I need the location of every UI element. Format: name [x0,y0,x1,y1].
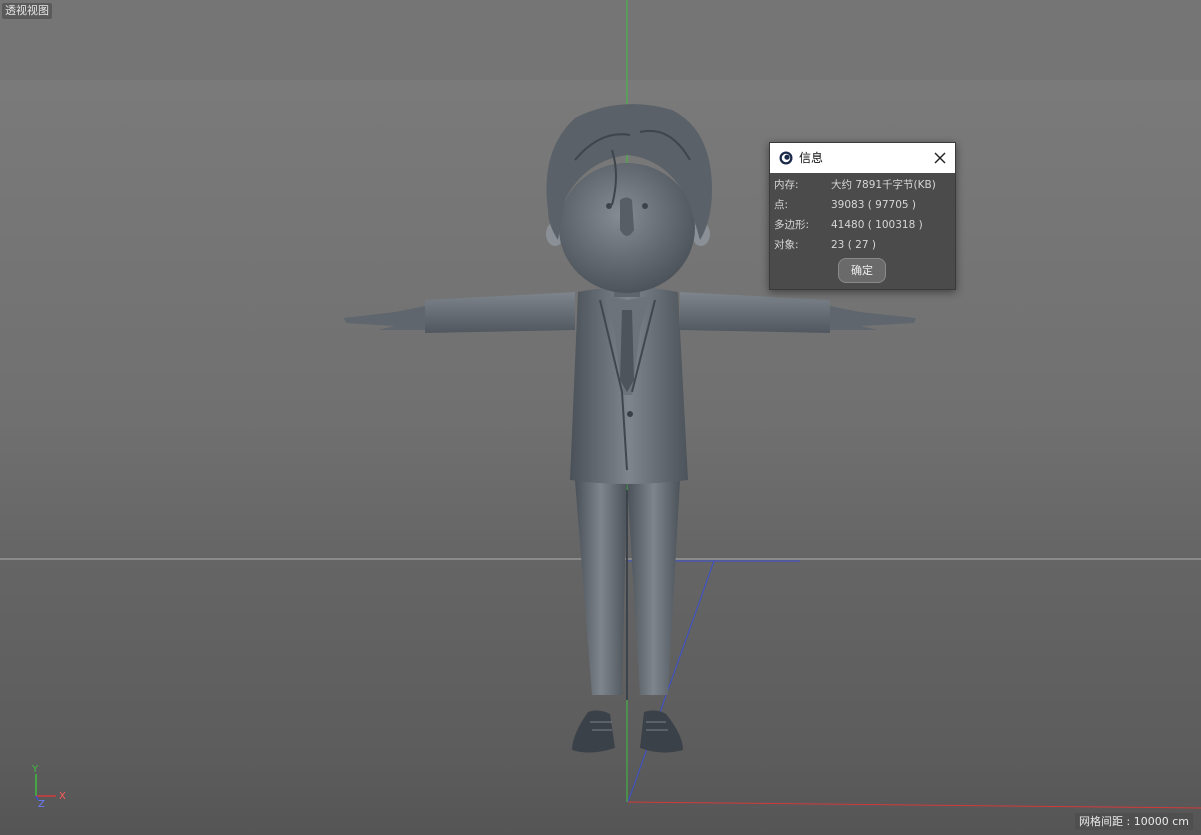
left-leg [575,480,627,695]
info-value-polygons: 41480 ( 100318 ) [831,219,923,231]
left-arm [425,292,575,333]
axis-gizmo: Y Z X [28,764,78,814]
info-row-polygons: 多边形: 41480 ( 100318 ) [770,217,955,233]
grid-spacing-readout: 网格间距 : 10000 cm [1075,813,1193,830]
right-leg [627,480,680,695]
cinema4d-logo-icon [779,151,793,165]
left-hand [344,306,425,330]
right-arm [680,292,830,333]
left-shoe [572,710,615,753]
info-value-memory: 大约 7891千字节(KB) [831,179,936,191]
right-hand [830,306,916,330]
info-key-polygons: 多边形: [774,219,810,231]
ok-button[interactable]: 确定 [838,258,886,283]
info-key-memory: 内存: [774,179,799,191]
necktie [620,310,634,392]
viewport-view-label[interactable]: 透视视图 [2,3,52,19]
dialog-title: 信息 [799,151,824,165]
info-key-points: 点: [774,199,789,211]
scene-canvas[interactable] [0,0,1201,835]
axis-label-y: Y [32,764,39,775]
axis-label-x: X [59,791,66,802]
right-shoe [640,710,683,753]
info-row-objects: 对象: 23 ( 27 ) [770,237,955,253]
close-icon[interactable] [931,149,949,167]
nose [620,197,634,236]
axis-label-z: Z [38,799,45,810]
info-row-memory: 内存: 大约 7891千字节(KB) [770,177,955,193]
info-row-points: 点: 39083 ( 97705 ) [770,197,955,213]
info-key-objects: 对象: [774,239,799,251]
info-value-points: 39083 ( 97705 ) [831,199,917,211]
perspective-viewport[interactable]: 透视视图 Y Z X 网格间距 : 10000 cm 信息 内存: 大约 789… [0,0,1201,835]
grid-line-x [627,801,1201,809]
info-dialog[interactable]: 信息 内存: 大约 7891千字节(KB) 点: 39083 ( 97705 )… [769,142,956,290]
info-value-objects: 23 ( 27 ) [831,239,876,251]
dialog-titlebar[interactable]: 信息 [770,143,955,173]
